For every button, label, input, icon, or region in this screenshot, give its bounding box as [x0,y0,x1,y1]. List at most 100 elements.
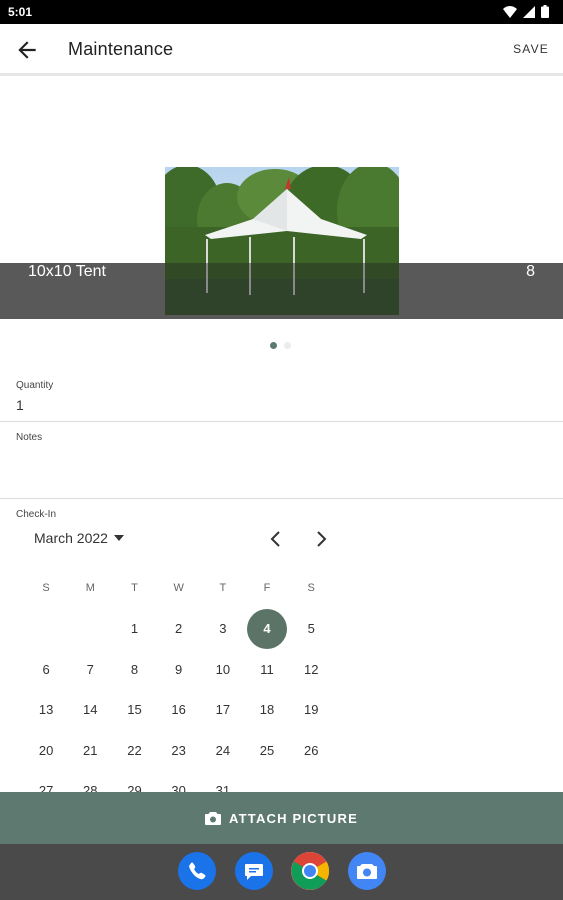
calendar-day[interactable]: 3 [201,621,245,636]
calendar-day-label: 23 [171,742,186,758]
calendar-day-label: 3 [219,621,227,637]
divider [0,421,563,422]
calendar-day-label: 1 [130,621,139,637]
notes-input[interactable] [16,448,546,492]
status-time: 5:01 [8,5,33,19]
page-title: Maintenance [68,39,174,59]
calendar-day-label: 5 [307,621,315,637]
calendar-day[interactable]: 25 [245,743,289,758]
camera-icon [205,812,221,825]
phone-app-icon[interactable] [178,852,216,890]
attach-picture-label: ATTACH PICTURE [229,810,358,826]
calendar-day-label: 13 [38,702,54,718]
quantity-label: Quantity [16,380,54,391]
calendar-week-row: 13 14 15 16 17 18 19 [24,690,334,731]
signal-icon [523,5,535,18]
chrome-app-icon[interactable] [291,852,330,890]
calendar-month-label: March 2022 [34,530,108,546]
calendar-day[interactable]: 24 [201,743,245,758]
calendar-day-label: 6 [42,661,50,677]
calendar-day-label: 20 [38,742,54,758]
calendar-day[interactable]: 9 [157,662,201,677]
calendar-day-label: 4 [247,608,288,649]
calendar-day[interactable]: 20 [24,743,68,758]
image-pager[interactable]: 10x10 Tent 8 [0,79,563,319]
calendar-day-label: 2 [175,621,183,637]
battery-icon [541,5,549,18]
calendar-day[interactable]: 26 [289,743,333,758]
calendar-day[interactable]: 7 [68,662,112,677]
app-bar: Maintenance SAVE [0,24,563,76]
calendar-day[interactable]: 2 [157,621,201,636]
calendar-weekday: M [85,582,95,595]
calendar-day[interactable]: 21 [68,743,112,758]
save-button[interactable]: SAVE [513,42,549,56]
calendar-month-selector[interactable]: March 2022 [34,530,124,546]
calendar-day-label: 25 [259,742,275,758]
calendar-day-label: 19 [303,702,319,718]
calendar-day-label: 7 [86,661,94,677]
calendar-day[interactable]: 17 [201,702,245,717]
calendar-day-label: 14 [83,702,98,718]
calendar-week-row: 20 21 22 23 24 25 26 [24,730,334,771]
calendar-weekday: F [263,582,271,595]
calendar-day[interactable]: 11 [245,662,289,677]
calendar-day[interactable]: 1 [112,621,156,636]
calendar-day-label: 18 [259,702,275,718]
calendar-day-label: 24 [215,742,231,758]
previous-month-chevron-icon[interactable] [266,529,286,549]
calendar-day-label: 16 [171,702,186,718]
calendar-weekday-header: SMTWTFS [24,568,334,609]
calendar-grid: SMTWTFS 1 2 3 4 5 6 7 8 9 10 11 12 13 14 15 16 17 18 19 20 2… [24,568,334,811]
attach-picture-button[interactable]: ATTACH PICTURE [0,792,563,844]
calendar-day-label: 12 [303,661,319,677]
back-arrow-icon[interactable] [14,37,40,63]
calendar-day[interactable]: 8 [112,662,156,677]
dropdown-arrow-icon [113,535,124,541]
quantity-input[interactable]: 1 [16,397,24,413]
camera-app-icon[interactable] [348,852,386,890]
status-bar: 5:01 [0,0,563,24]
calendar-day-label: 15 [127,702,142,718]
calendar-day[interactable]: 16 [157,702,201,717]
calendar-day-label: 26 [303,742,319,758]
app-dock [0,844,563,900]
calendar-day[interactable]: 12 [289,662,333,677]
calendar-day[interactable]: 5 [289,621,333,636]
next-month-chevron-icon[interactable] [311,529,331,549]
calendar-weekday: T [219,582,227,595]
screen: 5:01 Maintenance SAVE 10x10 Tent 8 Quant… [0,0,563,900]
calendar-day[interactable]: 14 [68,702,112,717]
wifi-icon [503,5,517,18]
calendar-day[interactable]: 18 [245,702,289,717]
calendar-day[interactable]: 13 [24,702,68,717]
calendar-day[interactable]: 15 [112,702,156,717]
photo-caption-overlay [165,263,399,315]
calendar-day-label: 11 [260,661,274,677]
divider [0,498,563,499]
pager-dot-active[interactable] [270,342,277,349]
calendar-day[interactable]: 22 [112,743,156,758]
status-icons [503,5,549,18]
calendar-day-label: 9 [175,661,183,677]
calendar-day[interactable]: 10 [201,662,245,677]
item-name: 10x10 Tent [28,263,106,280]
pager-dot[interactable] [284,342,291,349]
calendar-week-row: 1 2 3 4 5 [24,608,334,650]
calendar-day-label: 10 [215,661,231,677]
messages-app-icon[interactable] [235,852,273,890]
calendar-day-label: 8 [130,661,139,677]
calendar-weekday: S [42,582,50,595]
tent-photo[interactable] [165,167,399,315]
item-count: 8 [526,263,535,280]
calendar-day[interactable]: 6 [24,662,68,677]
calendar-day[interactable]: 19 [289,702,333,717]
notes-label: Notes [16,432,43,443]
calendar-weekday: T [131,582,138,595]
pager-indicator [270,342,291,349]
calendar-day-label: 21 [83,742,98,758]
calendar-weekday: W [173,582,184,595]
calendar-day-selected[interactable]: 4 [245,608,289,649]
calendar-day-label: 22 [127,742,142,758]
calendar-day[interactable]: 23 [157,743,201,758]
